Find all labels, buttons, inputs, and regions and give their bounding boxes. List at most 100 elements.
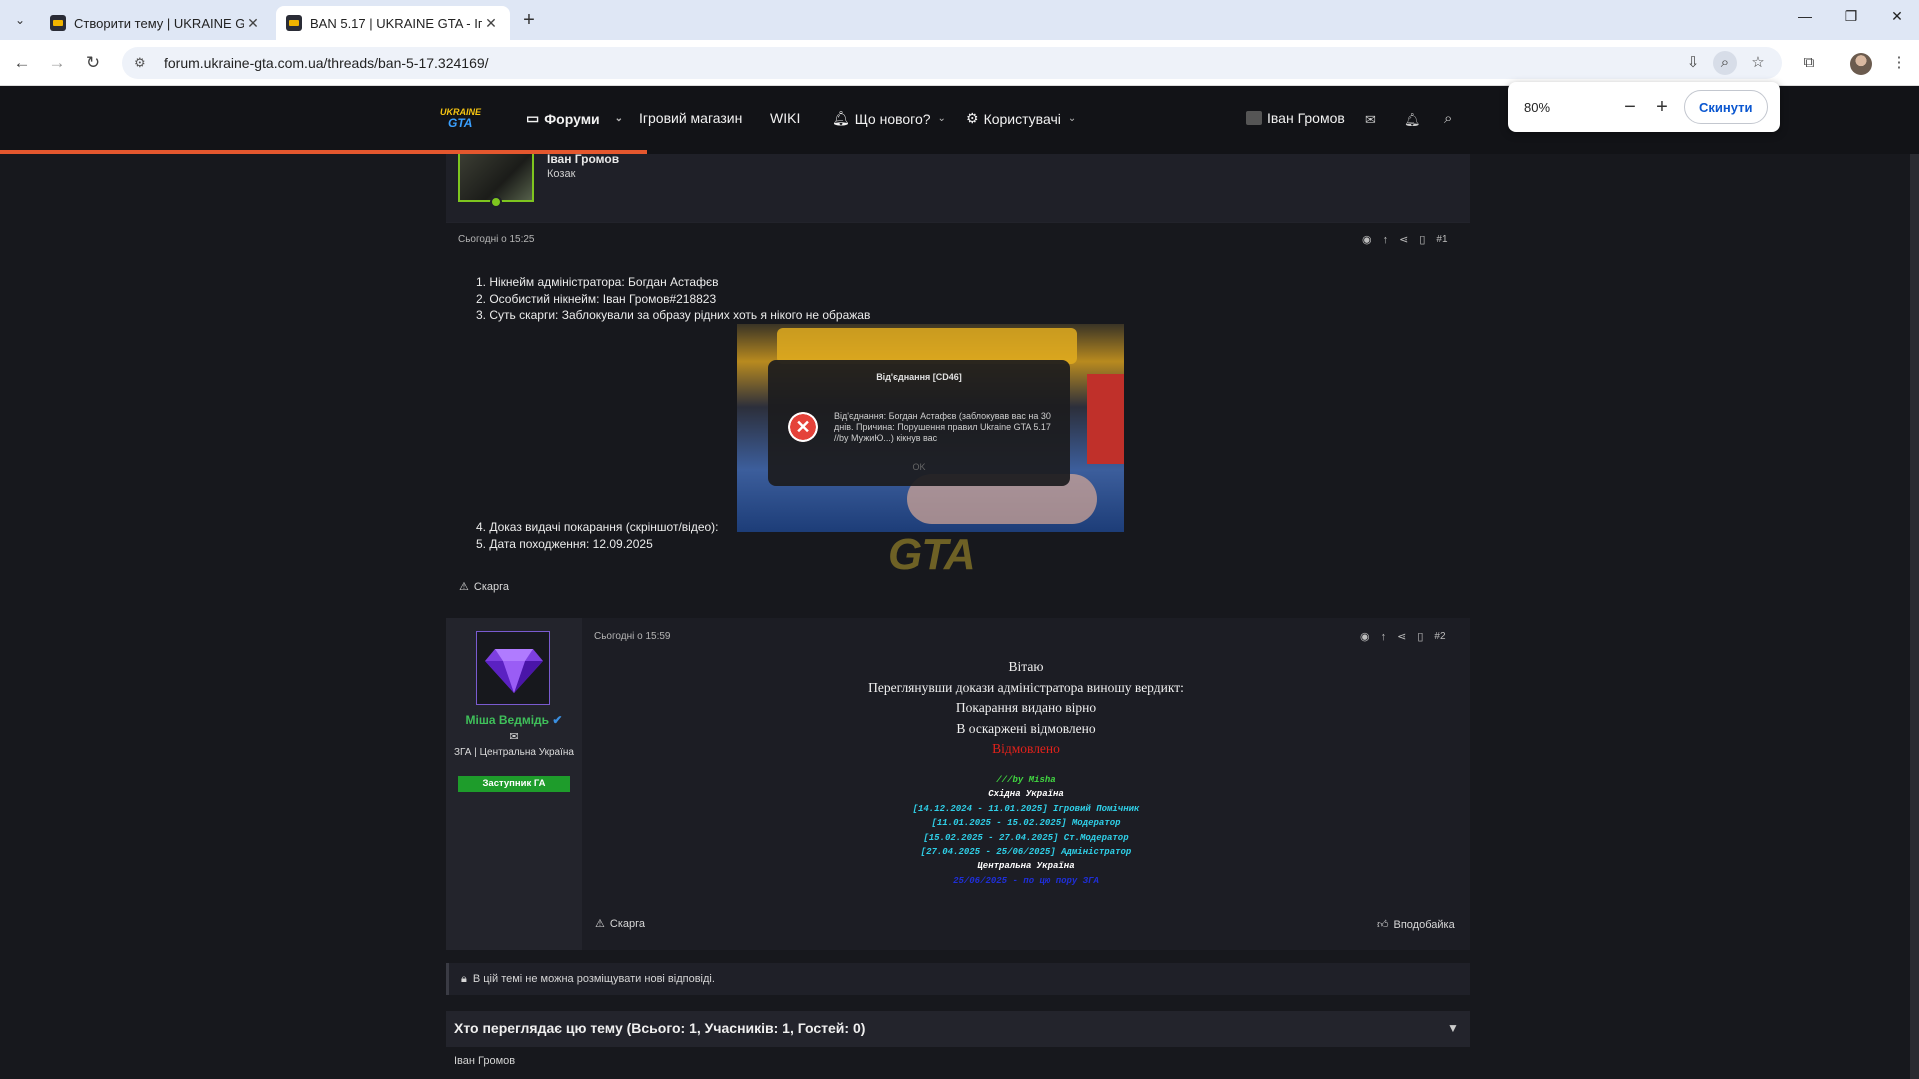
browser-tab-active[interactable]: BAN 5.17 | UKRAINE GTA - Ігро ✕: [276, 6, 510, 40]
viewer-username[interactable]: Іван Громов: [454, 1055, 515, 1067]
nav-wiki-label: WIKI: [770, 110, 801, 126]
signature-line: [27.04.2025 - 25/06/2025] Адміністратор: [920, 847, 1132, 857]
bell-icon: 🔔︎: [832, 110, 850, 126]
forums-icon: ▭: [526, 110, 540, 126]
nav-shop-label: Ігровий магазин: [639, 110, 743, 126]
close-tab-icon[interactable]: ✕: [482, 15, 500, 32]
zoom-icon[interactable]: ⌕: [1713, 51, 1737, 75]
install-app-icon[interactable]: ⇩: [1681, 51, 1705, 75]
screenshot-bg-shape: [777, 328, 1077, 364]
list-item: 5. Дата походження: 12.09.2025: [476, 536, 653, 551]
bookmark-icon[interactable]: ▯: [1419, 233, 1425, 246]
nav-wiki[interactable]: WIKI: [770, 110, 800, 126]
like-button[interactable]: 👍︎ Вподобайка: [1377, 918, 1455, 932]
share-icon[interactable]: ⋖: [1397, 630, 1406, 643]
list-item: 2. Особистий нікнейм: Іван Громов#218823: [476, 291, 717, 306]
post-body-text: 1. Нікнейм адміністратора: Богдан Астафє…: [476, 274, 870, 324]
forward-icon[interactable]: →: [45, 51, 69, 75]
verdict-line: Покарання видано вірно: [955, 700, 1097, 715]
report-label: Скарга: [473, 580, 509, 593]
report-label: Скарга: [609, 917, 645, 930]
tab-title: BAN 5.17 | UKRAINE GTA - Ігро: [310, 15, 482, 31]
page-scrollbar[interactable]: [1910, 154, 1919, 1079]
address-bar[interactable]: ⚙ forum.ukraine-gta.com.ua/threads/ban-5…: [122, 47, 1782, 79]
post-author-role: Козак: [547, 168, 576, 180]
chevron-down-icon[interactable]: ⌄: [938, 113, 946, 124]
verdict-line: В оскаржені відмовлено: [956, 721, 1096, 736]
nav-forums[interactable]: ▭ Форуми ⌄: [526, 110, 623, 127]
search-icon[interactable]: ⌕: [1444, 110, 1452, 127]
signature-line: ///by Misha: [996, 775, 1056, 785]
shield-icon[interactable]: ◉: [1362, 233, 1372, 246]
warning-icon: ⚠: [459, 581, 469, 593]
browser-toolbar: ← → ↻ ⚙ forum.ukraine-gta.com.ua/threads…: [0, 40, 1919, 86]
post-author-name[interactable]: Міша Ведмідь ✔: [446, 713, 582, 727]
reload-icon[interactable]: ↻: [81, 51, 105, 75]
collapse-caret-icon[interactable]: ▼: [1447, 1021, 1459, 1035]
site-info-icon[interactable]: ⚙: [134, 55, 154, 71]
avatar[interactable]: [476, 631, 550, 705]
users-icon: ⚙: [966, 110, 979, 126]
close-window-icon[interactable]: ✕: [1882, 8, 1912, 25]
profile-avatar[interactable]: [1850, 53, 1872, 75]
chevron-down-icon[interactable]: ⌄: [1068, 113, 1076, 124]
avatar[interactable]: [458, 154, 534, 202]
gta-watermark: GTA: [888, 530, 1008, 600]
url-text: forum.ukraine-gta.com.ua/threads/ban-5-1…: [164, 55, 489, 71]
share-icon[interactable]: ⋖: [1399, 233, 1408, 246]
arrow-up-icon[interactable]: ↑: [1383, 234, 1389, 246]
nav-whats-new[interactable]: 🔔︎ Що нового? ⌄: [832, 110, 946, 127]
signature-line: [15.02.2025 - 27.04.2025] Ст.Модератор: [923, 833, 1129, 843]
dialog-text: Від'єднання: Богдан Астафєв (заблокував …: [834, 411, 1051, 443]
new-tab-icon[interactable]: +: [518, 10, 540, 32]
chevron-down-icon[interactable]: ⌄: [615, 113, 623, 124]
post-date[interactable]: Сьогодні о 15:59: [594, 631, 670, 642]
shield-icon[interactable]: ◉: [1360, 630, 1370, 643]
minimize-window-icon[interactable]: —: [1790, 8, 1820, 24]
site-favicon-icon: [286, 15, 302, 31]
tab-search-chevron-icon[interactable]: ⌄: [8, 8, 32, 32]
inbox-icon[interactable]: ✉: [1365, 112, 1376, 128]
arrow-up-icon[interactable]: ↑: [1381, 631, 1387, 643]
nav-users-label: Користувачі: [983, 110, 1061, 127]
nav-users[interactable]: ⚙ Користувачі ⌄: [966, 110, 1076, 127]
signature-line: Східна Україна: [988, 789, 1064, 799]
bookmark-icon[interactable]: ▯: [1417, 630, 1423, 643]
nav-forums-label: Форуми: [544, 110, 600, 127]
zoom-popup: 80% − + Скинути: [1508, 82, 1780, 132]
report-link[interactable]: ⚠ Скарга: [595, 917, 645, 931]
user-avatar-icon: [1246, 111, 1262, 125]
screenshot-bg-shape: [1087, 374, 1124, 464]
report-link[interactable]: ⚠ Скарга: [459, 580, 509, 594]
close-tab-icon[interactable]: ✕: [244, 15, 262, 32]
post-number[interactable]: #2: [1434, 631, 1445, 642]
signature-line: [14.12.2024 - 11.01.2025] Ігровий Помічн…: [912, 804, 1140, 814]
browser-tab[interactable]: Створити тему | UKRAINE GTA ✕: [40, 6, 272, 40]
signature-line: [11.01.2025 - 15.02.2025] Модератор: [931, 818, 1121, 828]
account-menu[interactable]: Іван Громов: [1246, 110, 1345, 126]
back-icon[interactable]: ←: [10, 51, 34, 75]
nav-shop[interactable]: Ігровий магазин: [639, 110, 742, 126]
extensions-icon[interactable]: ⧉: [1797, 51, 1821, 75]
list-item: 4. Доказ видачі покарання (скріншот/віде…: [476, 520, 719, 534]
post-number[interactable]: #1: [1436, 234, 1447, 245]
message-icon[interactable]: ✉: [446, 730, 582, 743]
alerts-bell-icon[interactable]: 🔔︎: [1404, 112, 1421, 128]
zoom-reset-button[interactable]: Скинути: [1684, 90, 1768, 124]
site-favicon-icon: [50, 15, 66, 31]
bookmark-star-icon[interactable]: ☆: [1746, 51, 1770, 75]
disconnect-dialog: Від'єднання [CD46] ✕ Від'єднання: Богдан…: [768, 360, 1070, 486]
post-author-name[interactable]: Іван Громов: [547, 152, 619, 166]
list-item: 3. Суть скарги: Заблокували за образу рі…: [476, 308, 871, 322]
restore-window-icon[interactable]: ❐: [1836, 8, 1866, 25]
like-label: Вподобайка: [1393, 918, 1455, 931]
browser-tab-bar: ⌄ Створити тему | UKRAINE GTA ✕ BAN 5.17…: [0, 0, 1919, 40]
site-logo[interactable]: UKRAINE GTA: [440, 107, 488, 133]
lock-icon: 🔒︎: [461, 972, 467, 985]
dialog-ok: OK: [912, 462, 926, 472]
zoom-out-button[interactable]: −: [1614, 96, 1646, 119]
thumbs-up-icon: 👍︎: [1377, 919, 1389, 931]
zoom-in-button[interactable]: +: [1646, 96, 1678, 119]
post-date[interactable]: Сьогодні о 15:25: [458, 234, 534, 245]
menu-kebab-icon[interactable]: ⋮: [1887, 51, 1911, 75]
